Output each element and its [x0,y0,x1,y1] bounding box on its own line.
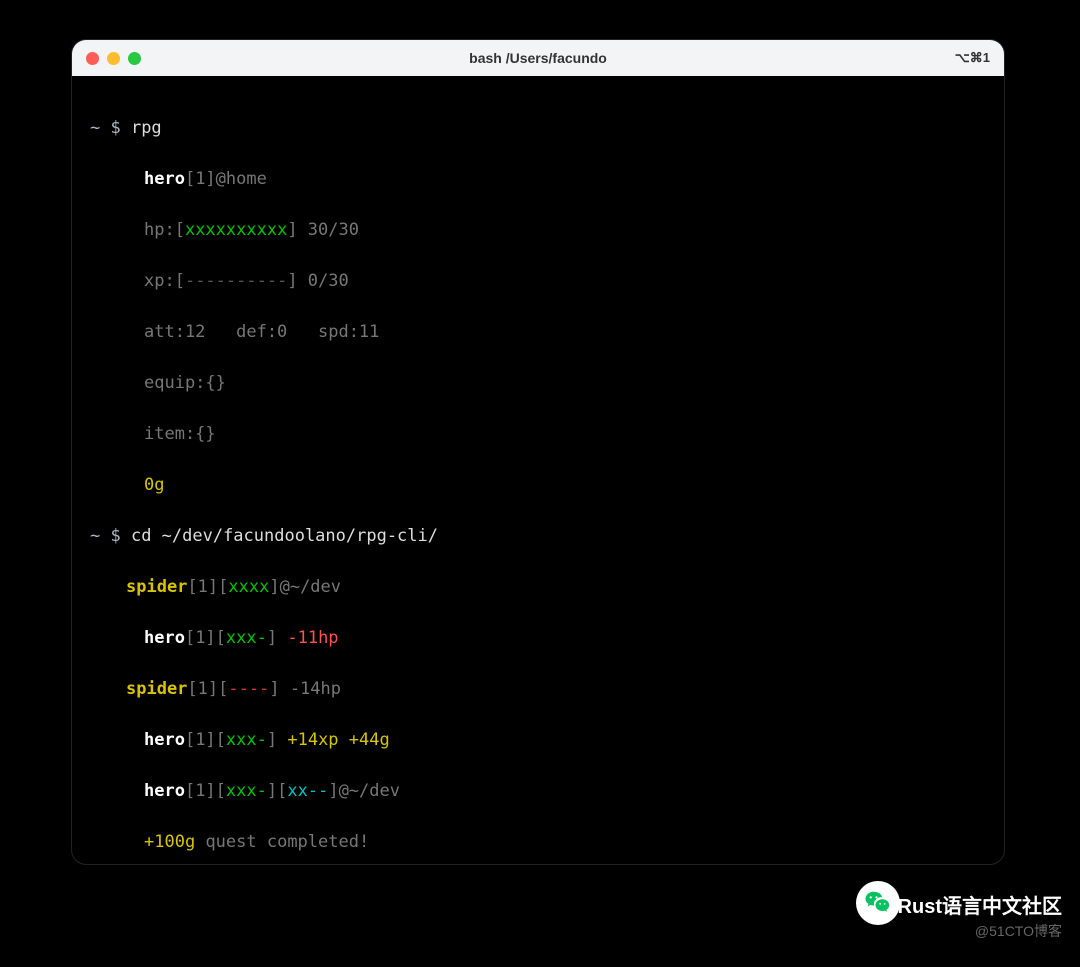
watermark-text: Rust语言中文社区 [898,890,1062,919]
prompt: ~ $ [90,118,131,138]
minimize-icon[interactable] [107,52,120,65]
wechat-logo-icon [856,881,900,925]
hero-name: hero [144,169,185,189]
window-shortcut: ⌥⌘1 [955,50,990,66]
maximize-icon[interactable] [128,52,141,65]
close-icon[interactable] [86,52,99,65]
window-title: bash /Users/facundo [72,50,1004,66]
titlebar: bash /Users/facundo ⌥⌘1 [72,40,1004,76]
watermark-sub: @51CTO博客 [975,921,1062,941]
cmd: rpg [131,118,162,138]
terminal-body[interactable]: ~ $ rpg hero[1]@home hp:[xxxxxxxxxx] 30/… [72,76,1004,864]
hp-bar: xxxxxxxxxx [185,220,287,240]
gold: 0g [144,475,164,495]
xp-bar: ---------- [185,271,287,291]
stats-line: att:12 def:0 spd:11 [144,322,379,342]
terminal-window: bash /Users/facundo ⌥⌘1 ~ $ rpg hero[1]@… [72,40,1004,864]
